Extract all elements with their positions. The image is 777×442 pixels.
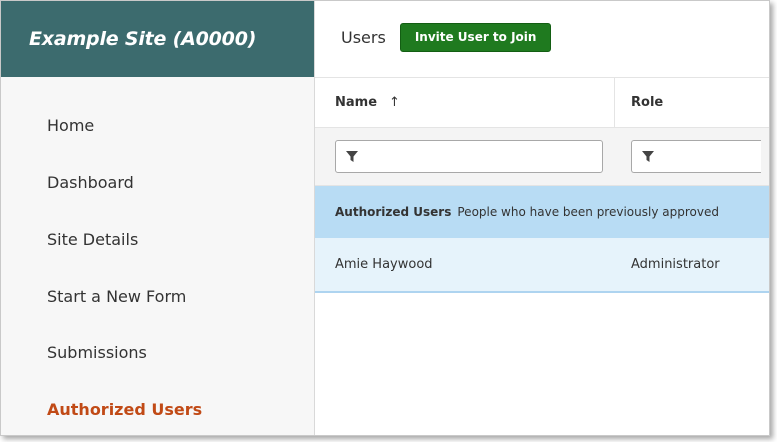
table-row[interactable]: Amie Haywood Administrator xyxy=(315,238,769,293)
grid-header-row: Name ↑ Role xyxy=(315,77,769,128)
users-grid: Name ↑ Role Authorized Users People who … xyxy=(315,77,769,293)
filter-icon xyxy=(642,150,654,162)
column-header-name-label: Name xyxy=(335,95,378,110)
user-name-cell: Amie Haywood xyxy=(335,257,433,272)
user-role-cell: Administrator xyxy=(631,257,720,272)
sidebar-item-submissions[interactable]: Submissions xyxy=(47,343,147,362)
column-header-role-label: Role xyxy=(631,95,664,110)
invite-user-button[interactable]: Invite User to Join xyxy=(399,22,552,52)
role-filter-input[interactable] xyxy=(631,140,761,173)
group-name: Authorized Users xyxy=(335,205,452,219)
filter-row xyxy=(315,128,769,186)
main-panel: Users Invite User to Join Name ↑ Role Au… xyxy=(315,1,769,435)
group-row-authorized-users[interactable]: Authorized Users People who have been pr… xyxy=(315,186,769,238)
site-title: Example Site (A0000) xyxy=(1,1,314,77)
group-description: People who have been previously approved xyxy=(457,205,719,219)
sidebar-item-dashboard[interactable]: Dashboard xyxy=(47,173,134,192)
sidebar-item-site-details[interactable]: Site Details xyxy=(47,230,138,249)
app-window: Example Site (A0000) Home Dashboard Site… xyxy=(0,0,770,436)
page-title: Users xyxy=(341,27,386,47)
column-header-name[interactable]: Name ↑ xyxy=(315,78,615,127)
sidebar: Example Site (A0000) Home Dashboard Site… xyxy=(1,1,315,435)
sidebar-item-authorized-users[interactable]: Authorized Users xyxy=(47,400,202,419)
toolbar: Users Invite User to Join xyxy=(315,1,769,77)
sort-ascending-icon: ↑ xyxy=(389,95,400,110)
sidebar-item-home[interactable]: Home xyxy=(47,116,94,135)
sidebar-item-start-new-form[interactable]: Start a New Form xyxy=(47,287,186,306)
name-filter-input[interactable] xyxy=(335,140,603,173)
column-header-role[interactable]: Role xyxy=(615,78,769,127)
filter-icon xyxy=(346,150,358,162)
